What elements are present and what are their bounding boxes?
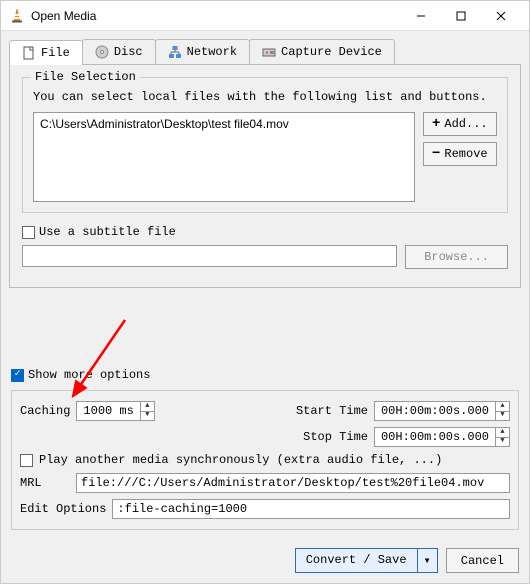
advanced-options-panel: Caching 1000 ms ▲▼ Start Time 00H:00m:00… <box>11 390 519 530</box>
convert-save-label: Convert / Save <box>296 549 417 572</box>
tab-network[interactable]: Network <box>155 39 250 64</box>
start-time-spinner[interactable]: ▲▼ <box>495 402 509 420</box>
window-title: Open Media <box>31 9 401 23</box>
edit-options-value: :file-caching=1000 <box>117 502 247 516</box>
caching-value: 1000 ms <box>77 402 139 420</box>
minimize-button[interactable] <box>401 2 441 30</box>
convert-save-dropdown[interactable]: ▾ <box>417 549 437 572</box>
file-selection-legend: File Selection <box>31 70 140 84</box>
plus-icon: + <box>432 117 440 131</box>
mrl-label: MRL <box>20 476 70 490</box>
file-selection-help: You can select local files with the foll… <box>33 90 497 104</box>
caching-input[interactable]: 1000 ms ▲▼ <box>76 401 154 421</box>
tab-disc-label: Disc <box>114 45 143 59</box>
file-list[interactable]: C:\Users\Administrator\Desktop\test file… <box>33 112 415 202</box>
dialog-footer: Convert / Save ▾ Cancel <box>1 538 529 583</box>
show-more-options-row: ✓ Show more options <box>11 368 519 382</box>
browse-button[interactable]: Browse... <box>405 245 508 269</box>
remove-button-label: Remove <box>444 147 487 161</box>
cancel-button-label: Cancel <box>461 554 504 568</box>
tab-capture-label: Capture Device <box>281 45 382 59</box>
tab-strip: File Disc Network Capture Device <box>9 39 521 64</box>
vlc-icon <box>9 8 25 24</box>
stop-time-value: 00H:00m:00s.000 <box>375 428 495 446</box>
network-icon <box>168 45 182 59</box>
stop-time-input[interactable]: 00H:00m:00s.000 ▲▼ <box>374 427 510 447</box>
start-time-input[interactable]: 00H:00m:00s.000 ▲▼ <box>374 401 510 421</box>
mrl-value: file:///C:/Users/Administrator/Desktop/t… <box>81 476 484 490</box>
file-selection-group: File Selection You can select local file… <box>22 77 508 213</box>
caching-spinner[interactable]: ▲▼ <box>140 402 154 420</box>
play-sync-checkbox[interactable] <box>20 454 33 467</box>
window-controls <box>401 2 521 30</box>
tab-file[interactable]: File <box>9 40 83 65</box>
tab-network-label: Network <box>187 45 237 59</box>
file-list-item[interactable]: C:\Users\Administrator\Desktop\test file… <box>40 117 408 131</box>
show-more-options-label: Show more options <box>28 368 150 382</box>
tab-capture[interactable]: Capture Device <box>249 39 395 64</box>
subtitle-checkbox[interactable] <box>22 226 35 239</box>
dialog-content: File Disc Network Capture Device <box>1 31 529 538</box>
stop-time-spinner[interactable]: ▲▼ <box>495 428 509 446</box>
stop-time-label: Stop Time <box>298 430 368 444</box>
caching-label: Caching <box>20 404 70 418</box>
close-button[interactable] <box>481 2 521 30</box>
browse-button-label: Browse... <box>424 250 489 264</box>
titlebar: Open Media <box>1 1 529 31</box>
tab-disc[interactable]: Disc <box>82 39 156 64</box>
remove-button[interactable]: − Remove <box>423 142 497 166</box>
show-more-options-checkbox[interactable]: ✓ <box>11 369 24 382</box>
capture-icon <box>262 45 276 59</box>
maximize-button[interactable] <box>441 2 481 30</box>
open-media-dialog: Open Media File <box>0 0 530 584</box>
add-button-label: Add... <box>444 117 487 131</box>
edit-options-label: Edit Options <box>20 502 106 516</box>
mrl-input[interactable]: file:///C:/Users/Administrator/Desktop/t… <box>76 473 510 493</box>
file-panel: File Selection You can select local file… <box>9 64 521 288</box>
disc-icon <box>95 45 109 59</box>
edit-options-input[interactable]: :file-caching=1000 <box>112 499 510 519</box>
play-sync-label: Play another media synchronously (extra … <box>39 453 442 467</box>
start-time-value: 00H:00m:00s.000 <box>375 402 495 420</box>
subtitle-label: Use a subtitle file <box>39 225 176 239</box>
chevron-down-icon: ▾ <box>424 553 431 568</box>
subtitle-file-input[interactable] <box>22 245 397 267</box>
cancel-button[interactable]: Cancel <box>446 548 519 573</box>
start-time-label: Start Time <box>296 404 368 418</box>
minus-icon: − <box>432 147 440 161</box>
add-button[interactable]: + Add... <box>423 112 497 136</box>
convert-save-button[interactable]: Convert / Save ▾ <box>295 548 438 573</box>
tab-file-label: File <box>41 46 70 60</box>
file-icon <box>22 46 36 60</box>
